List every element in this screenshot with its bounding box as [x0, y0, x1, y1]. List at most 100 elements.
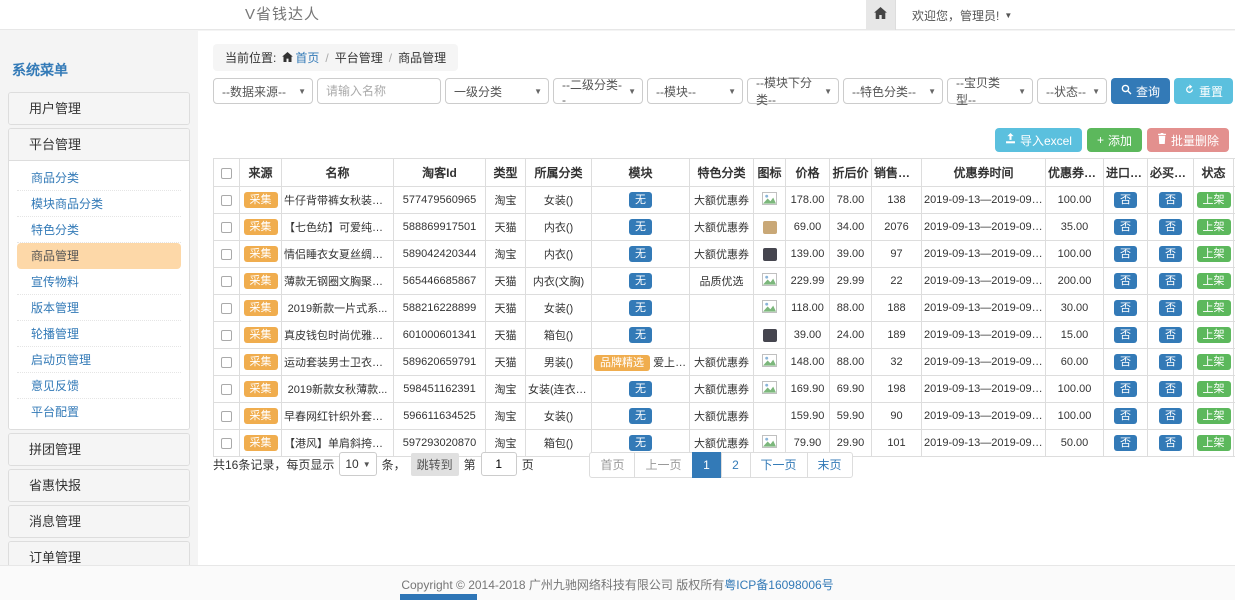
module-filter[interactable]: --模块--▼: [647, 78, 743, 104]
row-checkbox[interactable]: [221, 357, 232, 368]
row-checkbox[interactable]: [221, 249, 232, 260]
imported-toggle-badge[interactable]: 否: [1114, 408, 1137, 424]
breadcrumb-home-link[interactable]: 首页: [282, 49, 319, 66]
must-buy-toggle-badge[interactable]: 否: [1159, 273, 1182, 289]
name-search-input[interactable]: [317, 78, 441, 104]
page-button-下一页[interactable]: 下一页: [750, 452, 808, 478]
home-icon-button[interactable]: [866, 0, 896, 30]
sidebar-item-平台配置[interactable]: 平台配置: [17, 399, 181, 425]
import-excel-button[interactable]: 导入excel: [995, 128, 1082, 152]
row-checkbox[interactable]: [221, 411, 232, 422]
add-button[interactable]: + 添加: [1087, 128, 1142, 152]
imported-toggle-badge[interactable]: 否: [1114, 435, 1137, 451]
header-right: 欢迎您，管理员! ▼: [866, 0, 1012, 30]
column-header-优惠券时间: 优惠券时间: [922, 159, 1046, 187]
cell-taoke-id: 577479560965: [394, 187, 486, 214]
status-badge[interactable]: 上架: [1197, 192, 1231, 208]
status-badge[interactable]: 上架: [1197, 381, 1231, 397]
sidebar-item-商品管理[interactable]: 商品管理: [17, 243, 181, 269]
module-sub-filter[interactable]: --模块下分类--▼: [747, 78, 839, 104]
row-checkbox[interactable]: [221, 303, 232, 314]
reset-button[interactable]: 重置: [1174, 78, 1233, 104]
imported-toggle-badge[interactable]: 否: [1114, 327, 1137, 343]
status-badge[interactable]: 上架: [1197, 327, 1231, 343]
sidebar-item-商品分类[interactable]: 商品分类: [17, 165, 181, 191]
sidebar-section-用户管理[interactable]: 用户管理: [9, 93, 189, 124]
imported-toggle-badge[interactable]: 否: [1114, 273, 1137, 289]
status-badge[interactable]: 上架: [1197, 408, 1231, 424]
cell-category: 女装(): [526, 295, 592, 322]
row-checkbox[interactable]: [221, 384, 232, 395]
status-badge[interactable]: 上架: [1197, 273, 1231, 289]
status-badge[interactable]: 上架: [1197, 300, 1231, 316]
sidebar-item-轮播管理[interactable]: 轮播管理: [17, 321, 181, 347]
sidebar-section-消息管理[interactable]: 消息管理: [9, 506, 189, 537]
data-source-filter[interactable]: --数据来源--▼: [213, 78, 313, 104]
breadcrumb-item-platform: 平台管理: [335, 49, 383, 66]
row-checkbox[interactable]: [221, 276, 232, 287]
cell-category: 女装(): [526, 187, 592, 214]
sidebar-item-意见反馈[interactable]: 意见反馈: [17, 373, 181, 399]
icp-link[interactable]: 粤ICP备16098006号: [724, 578, 833, 592]
sidebar-section-拼团管理[interactable]: 拼团管理: [9, 434, 189, 465]
status-badge[interactable]: 上架: [1197, 354, 1231, 370]
page-button-2[interactable]: 2: [721, 452, 751, 478]
page-button-末页[interactable]: 末页: [807, 452, 853, 478]
batch-delete-button[interactable]: 批量删除: [1147, 128, 1229, 152]
plus-icon: +: [1097, 133, 1104, 147]
sidebar-section-省惠快报[interactable]: 省惠快报: [9, 470, 189, 501]
row-checkbox[interactable]: [221, 195, 232, 206]
source-badge: 采集: [244, 300, 278, 316]
imported-toggle-badge[interactable]: 否: [1114, 192, 1137, 208]
must-buy-toggle-badge[interactable]: 否: [1159, 381, 1182, 397]
imported-toggle-badge[interactable]: 否: [1114, 219, 1137, 235]
filter-bar: --数据来源--▼ 一级分类▼--二级分类--▼--模块--▼--模块下分类--▼…: [213, 78, 1229, 104]
cell-sales: 90: [872, 403, 922, 430]
row-checkbox[interactable]: [221, 438, 232, 449]
sidebar-item-特色分类[interactable]: 特色分类: [17, 217, 181, 243]
category2-filter[interactable]: --二级分类--▼: [553, 78, 643, 104]
select-all-checkbox[interactable]: [221, 168, 232, 179]
status-badge[interactable]: 上架: [1197, 219, 1231, 235]
must-buy-toggle-badge[interactable]: 否: [1159, 192, 1182, 208]
cell-coupon-time: 2019-09-13—2019-09-17: [922, 268, 1046, 295]
user-menu[interactable]: 欢迎您，管理员! ▼: [912, 7, 1012, 24]
sidebar-item-版本管理[interactable]: 版本管理: [17, 295, 181, 321]
sidebar-item-模块商品分类[interactable]: 模块商品分类: [17, 191, 181, 217]
module-name-text: 爱上运动: [653, 357, 689, 369]
must-buy-toggle-badge[interactable]: 否: [1159, 300, 1182, 316]
search-button[interactable]: 查询: [1111, 78, 1170, 104]
item-type-filter[interactable]: --宝贝类型--▼: [947, 78, 1033, 104]
cell-price: 69.00: [786, 214, 830, 241]
category1-filter[interactable]: 一级分类▼: [445, 78, 549, 104]
must-buy-toggle-badge[interactable]: 否: [1159, 435, 1182, 451]
cell-feature: 大额优惠券: [690, 349, 754, 376]
imported-toggle-badge[interactable]: 否: [1114, 354, 1137, 370]
page-button-1[interactable]: 1: [692, 452, 722, 478]
status-filter[interactable]: --状态--▼: [1037, 78, 1107, 104]
imported-toggle-badge[interactable]: 否: [1114, 381, 1137, 397]
sidebar-panel: 平台管理商品分类模块商品分类特色分类商品管理宣传物料版本管理轮播管理启动页管理意…: [8, 128, 190, 430]
must-buy-toggle-badge[interactable]: 否: [1159, 219, 1182, 235]
cell-source: 采集: [240, 214, 282, 241]
sidebar-section-平台管理[interactable]: 平台管理: [9, 129, 189, 160]
row-checkbox[interactable]: [221, 222, 232, 233]
row-checkbox[interactable]: [221, 330, 232, 341]
cell-taoke-id: 589042420344: [394, 241, 486, 268]
must-buy-toggle-badge[interactable]: 否: [1159, 408, 1182, 424]
column-header-特色分类: 特色分类: [690, 159, 754, 187]
must-buy-toggle-badge[interactable]: 否: [1159, 354, 1182, 370]
feature-filter[interactable]: --特色分类--▼: [843, 78, 943, 104]
sidebar-item-宣传物料[interactable]: 宣传物料: [17, 269, 181, 295]
must-buy-toggle-badge[interactable]: 否: [1159, 327, 1182, 343]
column-header-价格: 价格: [786, 159, 830, 187]
imported-toggle-badge[interactable]: 否: [1114, 246, 1137, 262]
cell-status: 上架: [1194, 241, 1234, 268]
sidebar-item-启动页管理[interactable]: 启动页管理: [17, 347, 181, 373]
status-badge[interactable]: 上架: [1197, 246, 1231, 262]
status-badge[interactable]: 上架: [1197, 435, 1231, 451]
cell-status: 上架: [1194, 214, 1234, 241]
source-badge: 采集: [244, 435, 278, 451]
imported-toggle-badge[interactable]: 否: [1114, 300, 1137, 316]
must-buy-toggle-badge[interactable]: 否: [1159, 246, 1182, 262]
